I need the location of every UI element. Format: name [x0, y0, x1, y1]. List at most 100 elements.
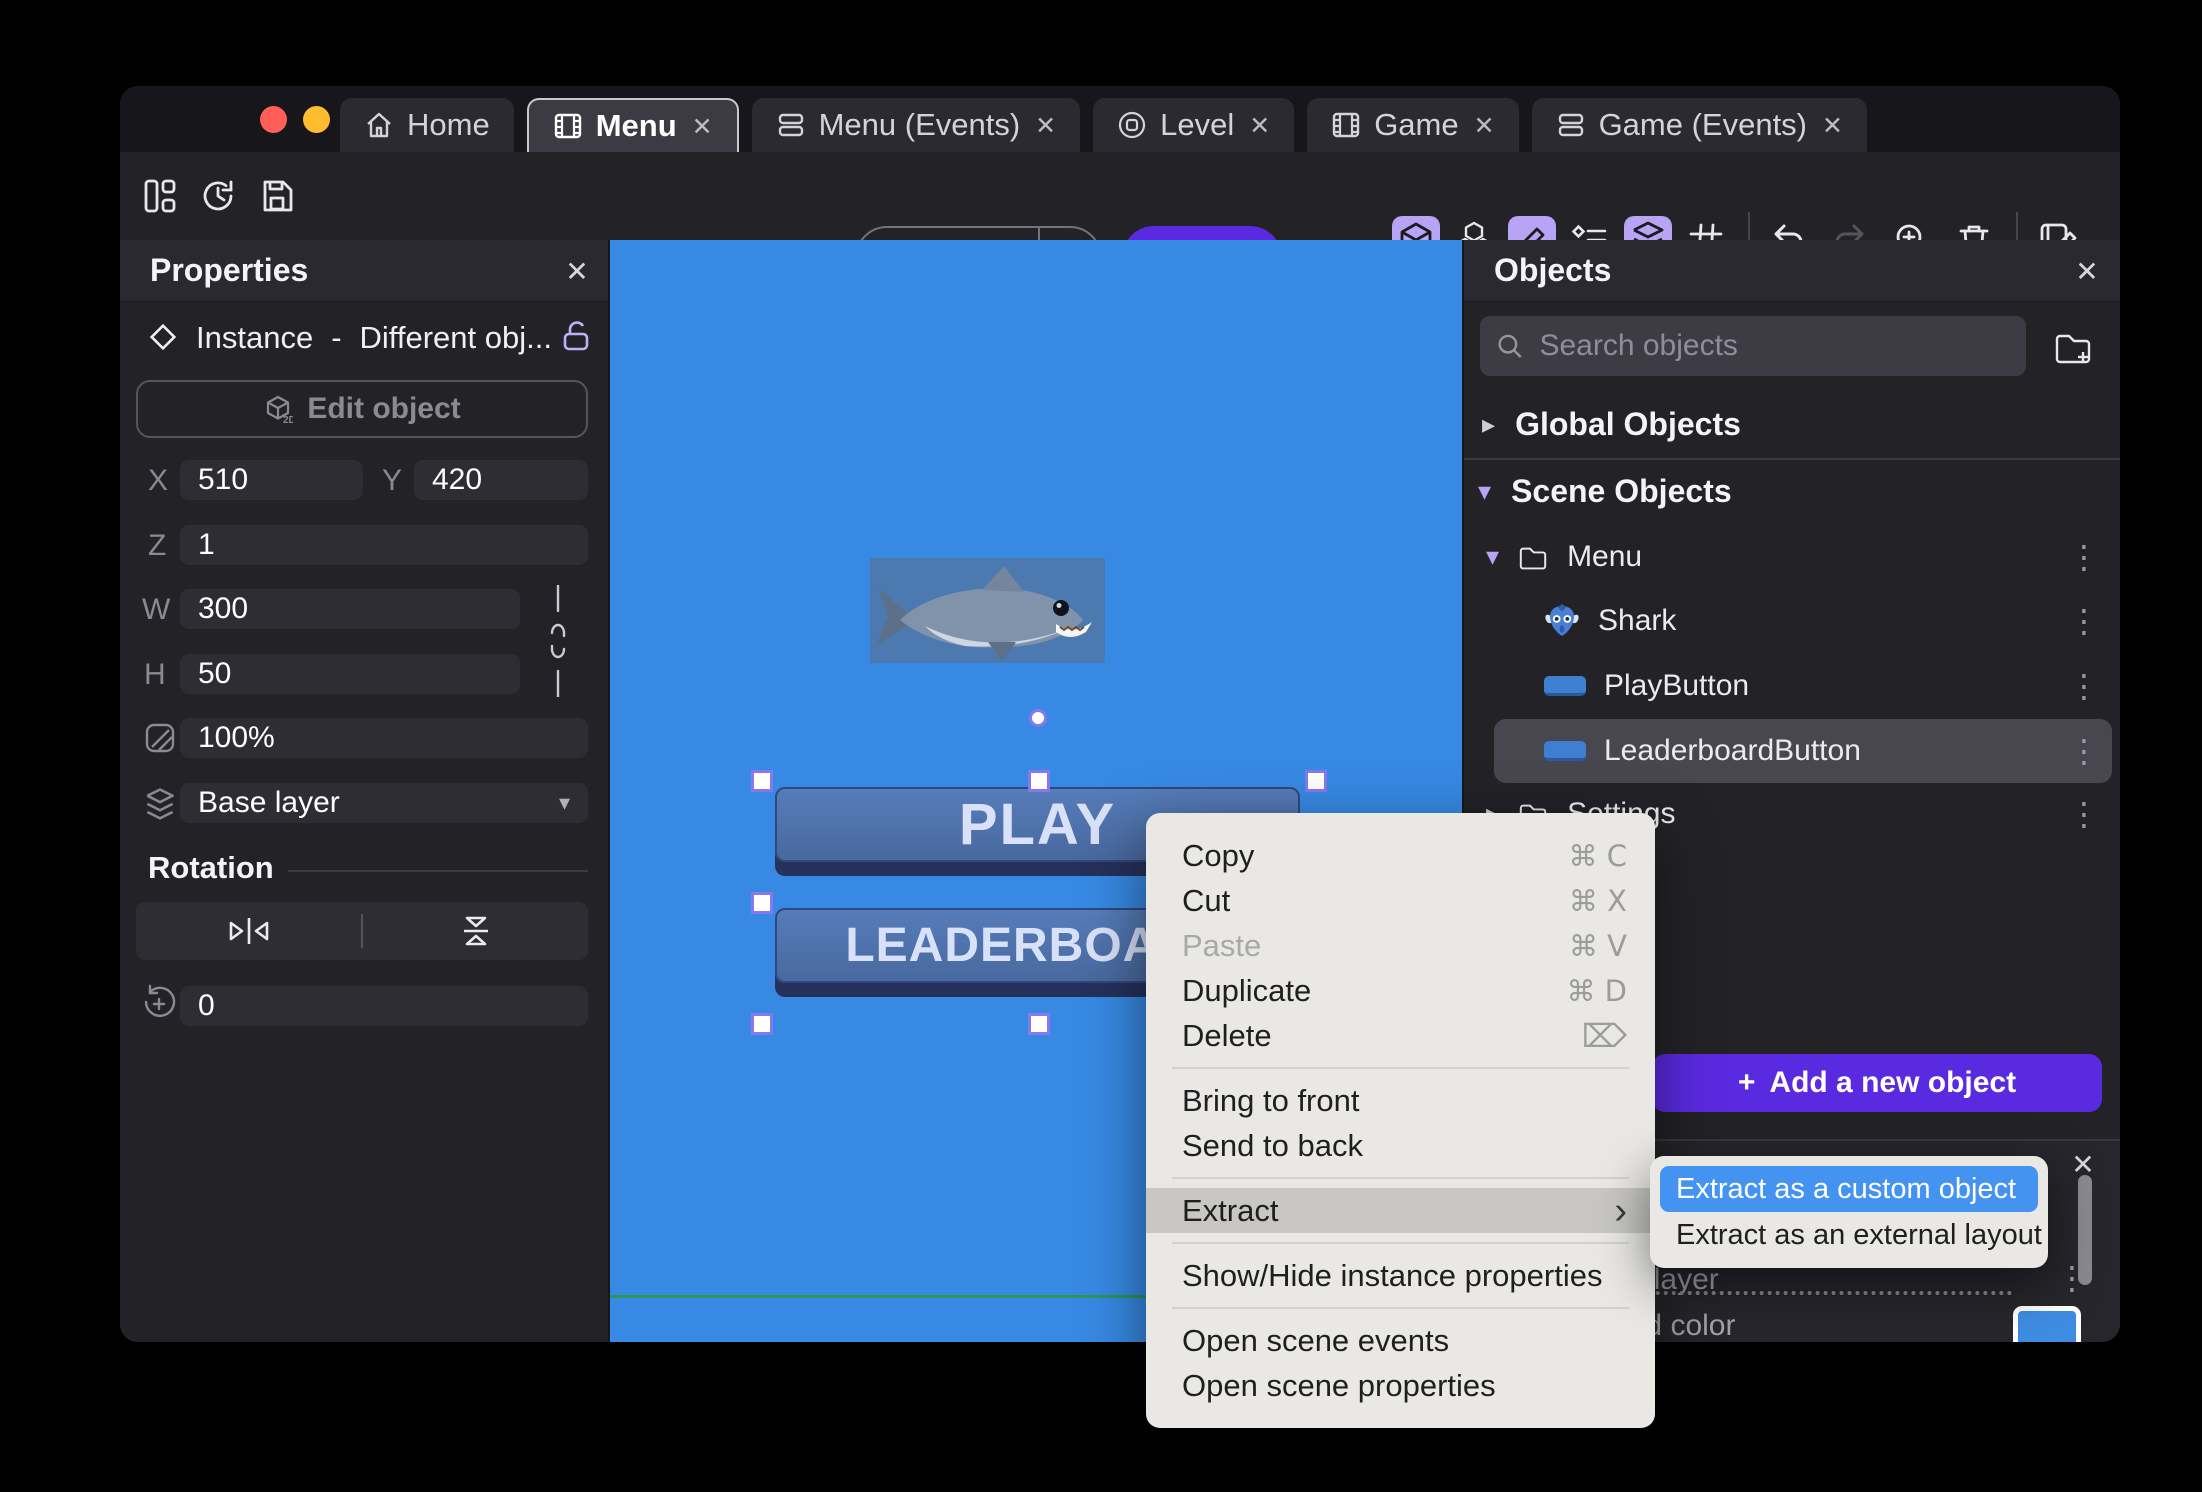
menu-item-delete[interactable]: Delete ⌦ — [1146, 1013, 1655, 1058]
properties-header: Properties ✕ — [120, 240, 608, 302]
x-field[interactable]: 510 — [180, 460, 363, 500]
shortcut-duplicate: ⌘ D — [1566, 973, 1627, 1008]
kebab-menu-icon[interactable]: ⋮ — [2068, 795, 2100, 833]
tab-close-icon[interactable]: ✕ — [1035, 111, 1056, 140]
panels-layout-icon[interactable] — [136, 172, 184, 220]
selection-handle[interactable] — [751, 892, 773, 914]
opacity-icon — [145, 723, 175, 753]
menu-item-cut[interactable]: Cut ⌘ X — [1146, 878, 1655, 923]
add-new-object-button[interactable]: + Add a new object — [1652, 1054, 2102, 1112]
plus-icon: + — [1737, 1066, 1756, 1099]
history-icon[interactable] — [194, 172, 242, 220]
objects-title: Objects — [1494, 252, 1612, 288]
flip-vertical-icon — [463, 916, 488, 946]
layer-icon — [146, 788, 174, 820]
add-new-object-label: Add a new object — [1769, 1066, 2017, 1099]
close-icon[interactable]: ✕ — [2070, 254, 2104, 288]
tree-item-shark[interactable]: Shark ⋮ — [1464, 592, 2120, 650]
close-icon[interactable]: ✕ — [560, 254, 594, 288]
w-field[interactable]: 300 — [180, 589, 520, 629]
menu-item-extract[interactable]: Extract › — [1146, 1188, 1655, 1233]
chevron-down-icon: ▾ — [558, 790, 570, 816]
flip-horizontal-button[interactable] — [136, 916, 361, 946]
flip-vertical-button[interactable] — [363, 915, 588, 947]
global-objects-group[interactable]: ▸ Global Objects — [1482, 406, 1741, 443]
menu-item-duplicate[interactable]: Duplicate ⌘ D — [1146, 968, 1655, 1013]
tab-close-icon[interactable]: ✕ — [1249, 111, 1270, 140]
tab-close-icon[interactable]: ✕ — [1822, 111, 1843, 140]
rotation-handle[interactable] — [1029, 709, 1047, 727]
menu-item-paste: Paste ⌘ V — [1182, 927, 1627, 963]
menu-separator — [1172, 1242, 1629, 1244]
add-folder-icon[interactable] — [2052, 328, 2094, 366]
menu-separator — [1172, 1067, 1629, 1069]
selection-handle[interactable] — [1028, 770, 1050, 792]
background-color-swatch[interactable] — [2013, 1306, 2081, 1342]
tab-close-icon[interactable]: ✕ — [692, 112, 713, 141]
delete-key-icon: ⌦ — [1581, 1016, 1627, 1055]
selection-handle[interactable] — [751, 1013, 773, 1035]
h-field[interactable]: 50 — [180, 654, 520, 694]
play-button-text: PLAY — [958, 792, 1117, 857]
chevron-right-icon: ▸ — [1482, 409, 1496, 440]
traffic-close-icon[interactable] — [260, 106, 287, 133]
layer-select[interactable]: Base layer ▾ — [180, 783, 588, 823]
traffic-minimize-icon[interactable] — [303, 106, 330, 133]
tab-menu-events[interactable]: Menu (Events) ✕ — [751, 98, 1081, 152]
submenu-item-extract-custom-object[interactable]: Extract as a custom object — [1660, 1166, 2038, 1212]
folder-icon — [1519, 547, 1547, 570]
unlock-icon[interactable] — [558, 318, 594, 354]
events-icon — [778, 113, 803, 137]
search-box[interactable] — [1480, 316, 2026, 376]
instance-title: Instance - Different obj... — [196, 320, 552, 355]
global-objects-label: Global Objects — [1515, 406, 1741, 442]
menu-item-open-scene-events[interactable]: Open scene events — [1146, 1318, 1655, 1363]
y-label: Y — [382, 464, 403, 497]
tree-item-playbutton[interactable]: PlayButton ⋮ — [1464, 657, 2120, 715]
selection-handle[interactable] — [1028, 1013, 1050, 1035]
scene-objects-group[interactable]: ▾ Scene Objects — [1478, 473, 1732, 510]
tree-item-label: Shark — [1598, 604, 1677, 637]
tab-close-icon[interactable]: ✕ — [1474, 111, 1495, 140]
tab-game-events[interactable]: Game (Events) ✕ — [1531, 98, 1867, 152]
selection-handle[interactable] — [1305, 770, 1327, 792]
menu-item-open-scene-properties[interactable]: Open scene properties — [1146, 1363, 1655, 1408]
search-icon — [1498, 334, 1522, 358]
tab-game[interactable]: Game ✕ — [1307, 98, 1519, 152]
button-object-icon — [1544, 676, 1586, 696]
menu-item-bring-to-front[interactable]: Bring to front — [1146, 1078, 1655, 1123]
edit-object-button[interactable]: 2D Edit object — [136, 380, 588, 438]
z-field[interactable]: 1 — [180, 525, 588, 565]
kebab-menu-icon[interactable]: ⋮ — [2068, 667, 2100, 705]
shark-sprite[interactable] — [870, 558, 1105, 663]
tab-label: Game — [1374, 107, 1459, 142]
tab-home[interactable]: Home — [340, 98, 514, 152]
tab-menu[interactable]: Menu ✕ — [526, 98, 739, 152]
flip-horizontal-icon — [229, 918, 268, 944]
opacity-field[interactable]: 100% — [180, 718, 588, 758]
link-dimensions-icon[interactable] — [548, 585, 568, 697]
tree-item-label: Menu — [1567, 540, 1643, 573]
tab-label: Level — [1160, 107, 1235, 142]
selection-handle[interactable] — [751, 770, 773, 792]
flip-button-group — [136, 902, 588, 960]
kebab-menu-icon[interactable]: ⋮ — [2068, 602, 2100, 640]
kebab-menu-icon[interactable]: ⋮ — [2068, 538, 2100, 576]
y-field[interactable]: 420 — [414, 460, 588, 500]
menu-item-send-to-back[interactable]: Send to back — [1146, 1123, 1655, 1168]
search-input[interactable] — [1539, 329, 2010, 363]
tab-level[interactable]: Level ✕ — [1093, 98, 1295, 152]
submenu-item-extract-external-layout[interactable]: Extract as an external layout — [1660, 1212, 2042, 1258]
menu-separator — [1172, 1307, 1629, 1309]
save-icon[interactable] — [253, 172, 301, 220]
menu-item-copy[interactable]: Copy ⌘ C — [1146, 833, 1655, 878]
rotation-field[interactable]: 0 — [180, 986, 588, 1026]
group-divider — [1464, 458, 2120, 460]
shortcut-paste: ⌘ V — [1568, 928, 1627, 963]
tree-item-leaderboardbutton[interactable]: LeaderboardButton ⋮ — [1464, 722, 2120, 780]
kebab-menu-icon[interactable]: ⋮ — [2068, 732, 2100, 770]
shortcut-cut: ⌘ X — [1568, 883, 1627, 918]
scrollbar[interactable] — [2078, 1175, 2092, 1285]
menu-item-show-hide-properties[interactable]: Show/Hide instance properties — [1146, 1253, 1655, 1298]
tree-item-menu-folder[interactable]: ▾ Menu ⋮ — [1464, 528, 2120, 586]
